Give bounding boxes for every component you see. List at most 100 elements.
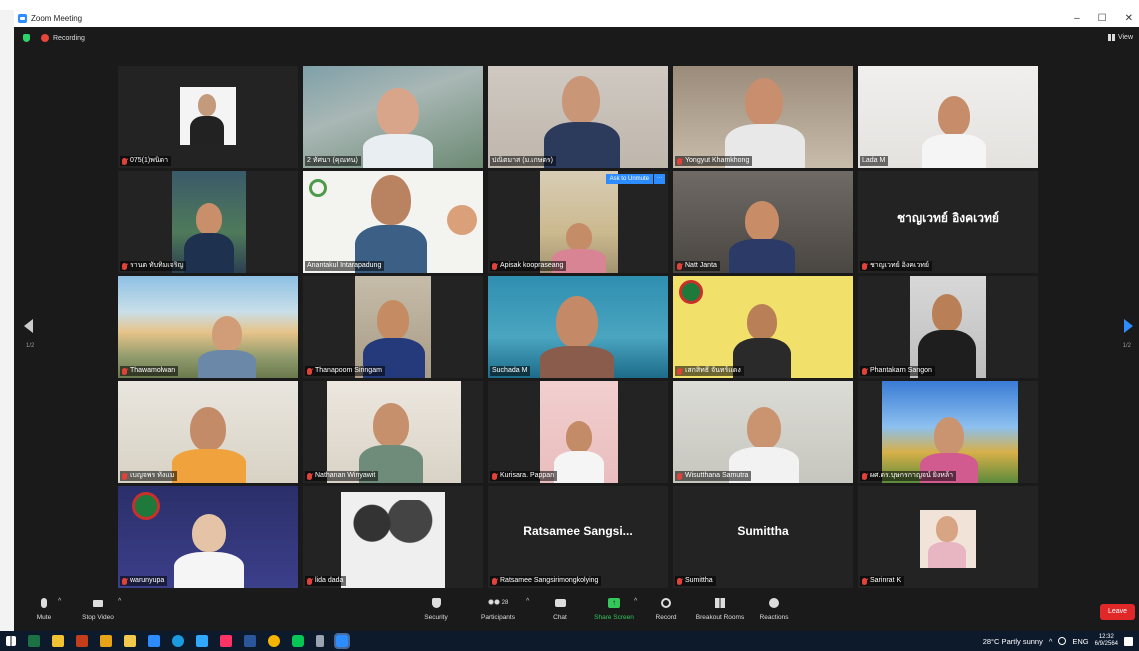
view-button[interactable]: View [1107,34,1133,41]
mail-icon[interactable] [148,635,160,647]
video-tile[interactable]: รานต ทับทิมเจริญ [118,171,298,273]
muted-mic-icon [677,367,682,375]
illustrator-icon[interactable] [100,635,112,647]
muted-mic-icon [677,157,682,165]
participant-name: lida dada [315,577,344,584]
photoshop-icon[interactable] [196,635,208,647]
ask-to-unmute-button[interactable]: Ask to Unmute [605,174,653,184]
close-button[interactable]: ✕ [1125,13,1133,24]
video-tile[interactable]: Suchada M [488,276,668,378]
video-tile[interactable]: Nathanan Winyawit [303,381,483,483]
video-tile[interactable]: Wisutthana Samutra [673,381,853,483]
breakout-rooms-label: Breakout Rooms [695,614,745,621]
video-tile[interactable]: Sarinrat K [858,486,1038,588]
muted-mic-icon [307,472,312,480]
previous-page-arrow-icon[interactable] [24,319,33,333]
participants-count: 28 [501,600,509,606]
edge-icon[interactable] [172,635,184,647]
participant-display-name: ชาญเวทย์ อิงคเวทย์ [897,211,999,225]
muted-mic-icon [122,577,127,585]
record-label: Record [655,614,677,621]
video-tile[interactable]: warunyupa [118,486,298,588]
muted-mic-icon [122,262,127,270]
left-window-edge [0,10,14,631]
participants-options-caret-icon[interactable]: ^ [526,598,529,605]
word-icon[interactable] [244,635,256,647]
video-options-caret-icon[interactable]: ^ [118,598,121,605]
tray-caret-icon[interactable]: ^ [1049,637,1053,646]
participants-icon [487,599,500,607]
powerpoint-icon[interactable] [76,635,88,647]
leave-button[interactable]: Leave [1100,604,1135,620]
participants-button[interactable]: 28 Participants [476,596,520,621]
participant-name: Suchada M [492,367,528,374]
video-tile[interactable]: Lada M [858,66,1038,168]
clock-date: 6/9/2564 [1094,641,1118,647]
video-tile[interactable]: เบญจพร ทั่งแม [118,381,298,483]
video-tile[interactable]: Phantakarn Sangon [858,276,1038,378]
zoom-app-icon [18,14,27,23]
muted-mic-icon [862,262,867,270]
more-options-button[interactable]: ··· [654,174,665,184]
video-tile[interactable]: Ask to Unmute ··· Apisak koopraseang [488,171,668,273]
file-explorer-icon[interactable] [124,635,136,647]
video-tile[interactable]: Thanapoom Siringam [303,276,483,378]
excel-icon[interactable] [28,635,40,647]
muted-mic-icon [862,367,867,375]
minimize-button[interactable]: – [1074,13,1080,24]
video-tile[interactable]: ปณิตมาส (ม.เกษตร) [488,66,668,168]
video-tile[interactable]: lida dada [303,486,483,588]
encryption-shield-icon[interactable] [23,34,30,42]
muted-mic-icon [122,367,127,375]
video-tile-active-speaker[interactable]: 2 ทัศนา (คุณทน) [303,66,483,168]
line-icon[interactable] [292,635,304,647]
video-tile[interactable]: Kurisara. Pappan [488,381,668,483]
record-button[interactable]: Record [652,596,680,621]
language-indicator[interactable]: ENG [1072,637,1088,646]
window-titlebar: Zoom Meeting – ☐ ✕ [14,10,1139,27]
next-page-arrow-icon[interactable] [1124,319,1133,333]
usb-device-icon[interactable] [316,635,324,647]
clock[interactable]: 12:32 6/9/2564 [1095,634,1118,648]
muted-mic-icon [862,472,867,480]
maximize-button[interactable]: ☐ [1098,13,1107,24]
chrome-icon[interactable] [268,635,280,647]
zoom-taskbar-icon[interactable] [334,633,350,649]
microphone-icon [41,598,47,608]
video-tile[interactable]: Natt Janta [673,171,853,273]
store-icon[interactable] [52,635,64,647]
video-tile[interactable]: Sumittha Sumittha [673,486,853,588]
share-screen-button[interactable]: ↑ Share Screen [592,596,636,621]
breakout-rooms-icon [715,598,725,608]
windows-start-icon[interactable] [6,636,16,646]
participant-name: Yongyut Khamkhong [685,157,750,164]
security-button[interactable]: Security [418,596,454,621]
video-tile[interactable]: เสกสิทธิ์ จันทร์แดง [673,276,853,378]
network-globe-icon[interactable] [1058,637,1067,645]
participants-label: Participants [481,614,515,621]
notifications-icon[interactable] [1124,636,1133,646]
indesign-icon[interactable] [220,635,232,647]
view-label: View [1117,34,1133,41]
participant-name: Sumittha [685,577,713,584]
audio-options-caret-icon[interactable]: ^ [58,598,61,605]
breakout-rooms-button[interactable]: Breakout Rooms [692,596,748,621]
video-tile[interactable]: ผศ.ดร.บุษกรกาญจน์ ยิ่งหล้า [858,381,1038,483]
participant-name: warunyupa [130,577,165,584]
video-tile[interactable]: 075(1)พนิดา [118,66,298,168]
chat-button[interactable]: Chat [548,596,572,621]
participant-name: ผศ.ดร.บุษกรกาญจน์ ยิ่งหล้า [870,472,954,479]
video-tile[interactable]: Anantakul Intarapadung [303,171,483,273]
share-screen-label: Share Screen [594,614,634,621]
muted-mic-icon [677,472,682,480]
stop-video-button[interactable]: Stop Video [78,596,118,621]
weather-widget[interactable]: 28°C Partly sunny [983,637,1043,646]
video-tile[interactable]: ชาญเวทย์ อิงคเวทย์ ชาญเวทย์ อิงคเวทย์ [858,171,1038,273]
video-tile[interactable]: Ratsamee Sangsi... Ratsamee Sangsirimong… [488,486,668,588]
video-tile[interactable]: Thawamolwan [118,276,298,378]
reactions-button[interactable]: Reactions [756,596,792,621]
share-options-caret-icon[interactable]: ^ [634,598,637,605]
video-tile[interactable]: Yongyut Khamkhong [673,66,853,168]
mute-button[interactable]: Mute [34,596,54,621]
participant-name: ปณิตมาส (ม.เกษตร) [492,157,554,164]
